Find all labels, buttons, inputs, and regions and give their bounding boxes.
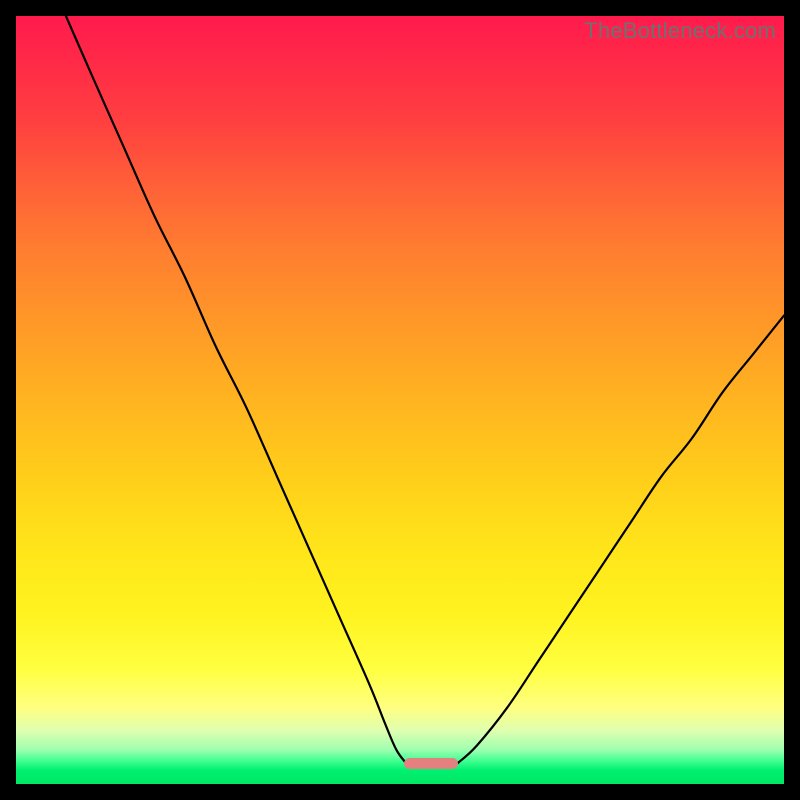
curve-right-branch <box>458 316 784 764</box>
chart-frame: TheBottleneck.com <box>0 0 800 800</box>
curve-layer <box>16 16 784 784</box>
bottleneck-marker <box>404 758 458 769</box>
plot-area: TheBottleneck.com <box>16 16 784 784</box>
curve-left-branch <box>66 16 406 763</box>
